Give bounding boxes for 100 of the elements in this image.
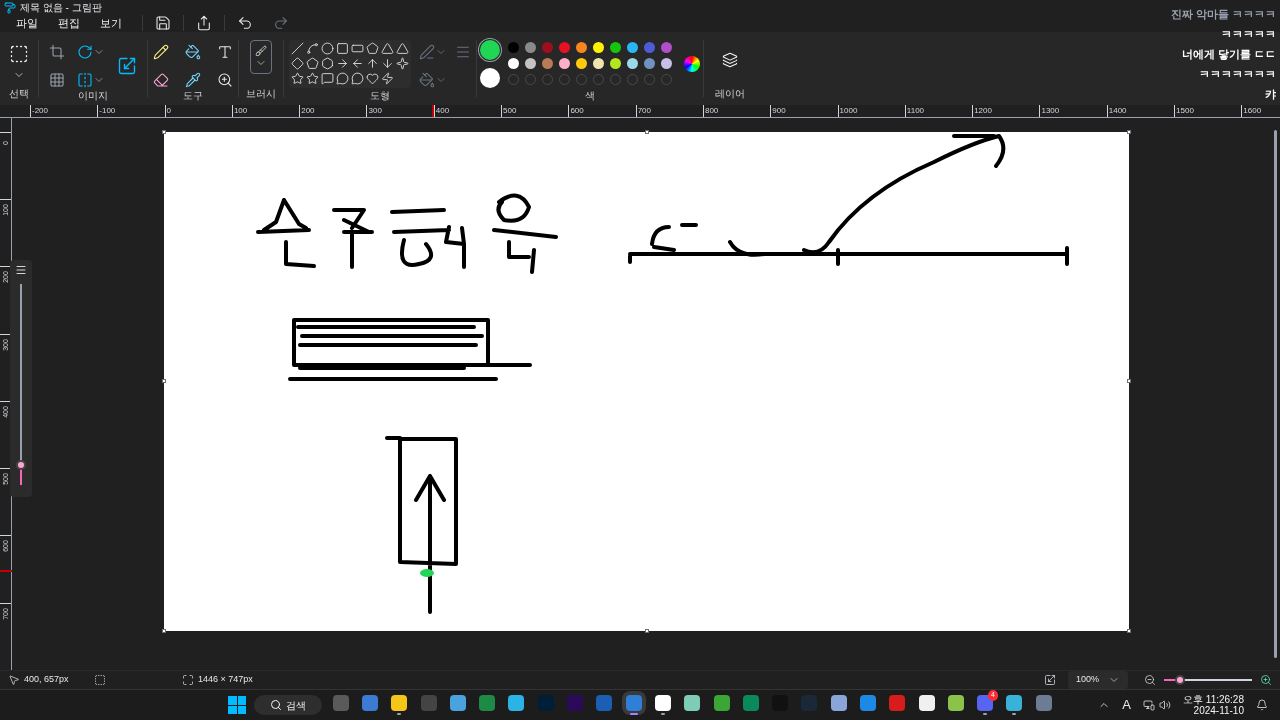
search-button[interactable]: 검색 bbox=[254, 695, 322, 715]
color-swatch[interactable] bbox=[559, 58, 570, 70]
lightning-icon[interactable] bbox=[381, 72, 394, 86]
crop-icon[interactable] bbox=[49, 43, 65, 60]
color-swatch[interactable] bbox=[644, 42, 655, 54]
save-icon[interactable] bbox=[155, 15, 171, 32]
curve-icon[interactable] bbox=[306, 41, 319, 55]
undo-icon[interactable] bbox=[237, 15, 253, 32]
color-swatch[interactable] bbox=[542, 42, 553, 54]
outline-icon[interactable] bbox=[419, 43, 435, 60]
color-swatch[interactable] bbox=[610, 42, 621, 54]
line-icon[interactable] bbox=[291, 41, 304, 55]
arrow-up-icon[interactable] bbox=[366, 56, 379, 70]
slider-thumb[interactable] bbox=[16, 459, 26, 470]
menu-item[interactable]: 파일 bbox=[8, 15, 46, 32]
color-swatch[interactable] bbox=[661, 42, 672, 54]
flip-icon[interactable] bbox=[77, 71, 93, 88]
menu-item[interactable]: 편집 bbox=[50, 15, 88, 32]
color-swatch[interactable] bbox=[661, 58, 672, 70]
resize-handle[interactable] bbox=[162, 129, 166, 134]
brush-button[interactable] bbox=[250, 39, 272, 74]
rotate-icon[interactable] bbox=[77, 43, 93, 60]
app-icon[interactable] bbox=[391, 695, 408, 711]
ruler-label: 1300 bbox=[1039, 104, 1107, 117]
app-icon[interactable] bbox=[830, 695, 847, 711]
network-icon[interactable] bbox=[1143, 699, 1156, 711]
ruler-label: 100 bbox=[231, 104, 300, 117]
resize-handle[interactable] bbox=[1127, 129, 1131, 134]
color-swatch[interactable] bbox=[542, 58, 553, 70]
start-icon[interactable] bbox=[228, 696, 246, 714]
color-swatch[interactable] bbox=[559, 42, 570, 54]
triangle-icon[interactable] bbox=[381, 41, 394, 55]
share-icon[interactable] bbox=[196, 15, 212, 32]
resize-handle[interactable] bbox=[1127, 379, 1131, 384]
layers-icon[interactable] bbox=[722, 51, 738, 68]
color-swatch[interactable] bbox=[627, 42, 638, 54]
speech-bubble-icon[interactable] bbox=[321, 72, 334, 86]
rectangle-icon[interactable] bbox=[336, 41, 349, 55]
resize-handle[interactable] bbox=[162, 379, 166, 384]
color-swatch[interactable] bbox=[644, 58, 655, 70]
resize-icon[interactable] bbox=[117, 55, 137, 76]
star-icon[interactable] bbox=[291, 72, 304, 86]
redo-icon[interactable] bbox=[273, 15, 289, 32]
arrow-left-icon[interactable] bbox=[351, 56, 364, 70]
app-icon[interactable] bbox=[684, 695, 701, 711]
text-tool-icon[interactable] bbox=[217, 43, 233, 60]
fill-bucket-icon[interactable] bbox=[185, 43, 201, 60]
resize-handle[interactable] bbox=[1127, 628, 1131, 633]
chat-message: 진짜 악마들 ㅋㅋㅋㅋ bbox=[1170, 7, 1276, 22]
grid-icon[interactable] bbox=[49, 71, 65, 88]
resize-handle[interactable] bbox=[644, 129, 649, 134]
resize-handle[interactable] bbox=[644, 628, 649, 633]
ruler-label: 800 bbox=[702, 104, 771, 117]
color-swatch[interactable] bbox=[525, 42, 536, 54]
zoom-dropdown[interactable]: 100% bbox=[1068, 671, 1128, 689]
scrollbar[interactable] bbox=[1274, 129, 1277, 658]
color-swatch[interactable] bbox=[525, 58, 536, 70]
color-swatch[interactable] bbox=[593, 42, 604, 54]
app-icon[interactable] bbox=[449, 695, 466, 711]
color-swatch[interactable] bbox=[508, 42, 519, 54]
color-swatch[interactable] bbox=[576, 58, 587, 70]
diamond-icon[interactable] bbox=[291, 56, 304, 70]
app-icon[interactable] bbox=[508, 695, 525, 711]
heart-icon[interactable] bbox=[366, 72, 379, 86]
zoom-out-icon[interactable] bbox=[1144, 674, 1156, 686]
resize-handle[interactable] bbox=[162, 628, 166, 633]
canvas[interactable] bbox=[164, 131, 1129, 631]
app-icon[interactable] bbox=[947, 695, 964, 711]
color-swatch[interactable] bbox=[593, 58, 604, 70]
zoom-in-icon[interactable] bbox=[1260, 674, 1272, 686]
oval-icon[interactable] bbox=[321, 41, 334, 55]
zoom-slider-thumb[interactable] bbox=[1174, 675, 1185, 685]
app-icon[interactable] bbox=[1006, 695, 1023, 711]
color-swatch[interactable] bbox=[627, 58, 638, 70]
notification-icon[interactable] bbox=[1256, 699, 1268, 711]
eraser-icon[interactable] bbox=[153, 71, 169, 88]
select-icon[interactable] bbox=[9, 43, 29, 64]
color-swatch[interactable] bbox=[610, 58, 621, 70]
secondary-color[interactable] bbox=[480, 67, 500, 88]
hexagon-icon[interactable] bbox=[321, 56, 334, 70]
menu-item[interactable]: 보기 bbox=[92, 15, 130, 32]
input-indicator[interactable]: A bbox=[1122, 695, 1132, 715]
fit-to-window-icon[interactable] bbox=[1044, 674, 1056, 686]
color-swatch[interactable] bbox=[576, 42, 587, 54]
app-icon[interactable] bbox=[918, 695, 935, 711]
pencil-icon[interactable] bbox=[153, 43, 169, 60]
arrow-down-icon[interactable] bbox=[381, 56, 394, 70]
color-wheel-icon[interactable] bbox=[684, 55, 700, 72]
pentagon-icon[interactable] bbox=[306, 56, 319, 70]
app-icon[interactable] bbox=[654, 695, 671, 711]
fill-icon[interactable] bbox=[419, 71, 435, 88]
primary-color[interactable] bbox=[480, 39, 500, 60]
arrow-right-icon[interactable] bbox=[336, 56, 349, 70]
color-picker-icon[interactable] bbox=[185, 71, 201, 88]
chat-message: 캬 bbox=[1265, 87, 1276, 102]
color-swatch[interactable] bbox=[508, 58, 519, 70]
four-point-star-icon[interactable] bbox=[396, 56, 409, 70]
oval-callout-icon[interactable] bbox=[336, 72, 349, 86]
magnifier-icon[interactable] bbox=[217, 71, 233, 88]
volume-icon[interactable] bbox=[1159, 699, 1172, 711]
